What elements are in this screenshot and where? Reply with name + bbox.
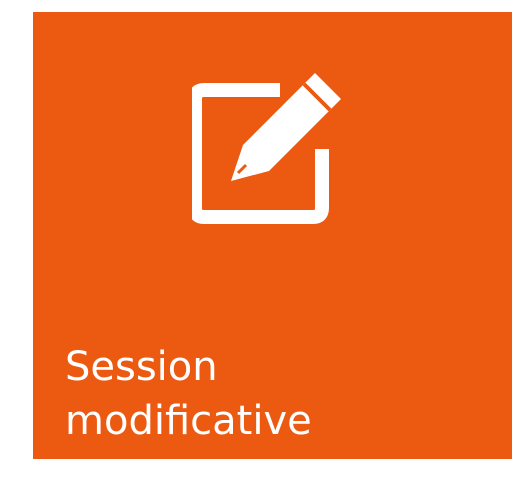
session-modificative-tile[interactable]: Session modificative: [33, 12, 512, 459]
edit-icon: [192, 73, 341, 224]
tile-label-line2: modificative: [65, 398, 312, 444]
tile-label: Session modificative: [65, 340, 312, 448]
tile-label-line1: Session: [65, 344, 218, 390]
